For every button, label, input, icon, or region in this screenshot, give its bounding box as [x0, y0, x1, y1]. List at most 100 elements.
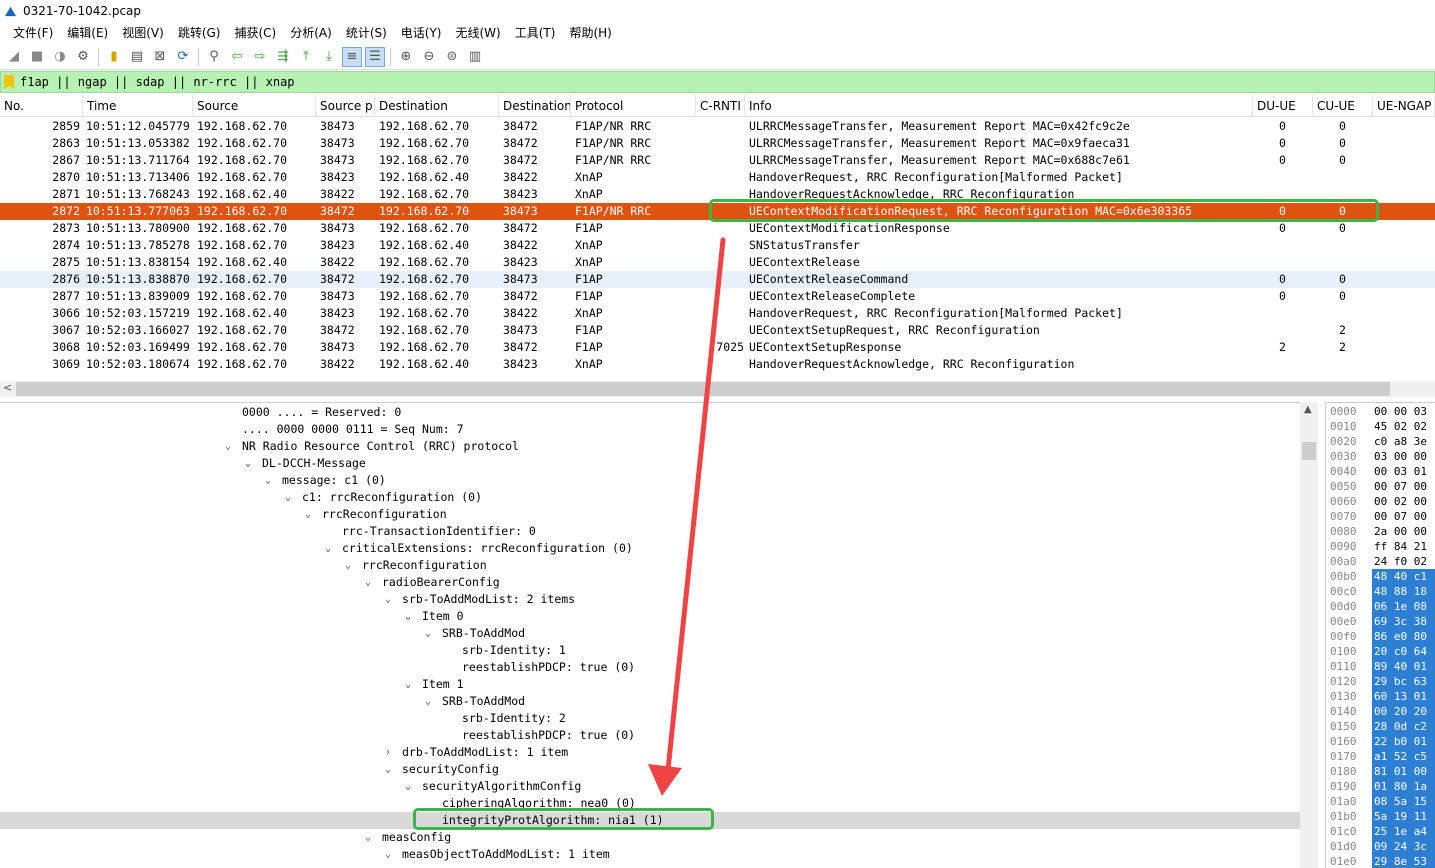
menu-item[interactable]: 编辑(E)	[60, 22, 115, 44]
tree-node[interactable]: srb-Identity: 2	[0, 710, 1300, 727]
go-forward-icon[interactable]: ⇨	[250, 47, 270, 67]
packet-row[interactable]: 2867 10:51:13.711764 192.168.62.70 38473 192…	[0, 152, 1435, 169]
hex-row[interactable]: 0040 00 03 01	[1326, 464, 1435, 479]
tree-node[interactable]: ⌄ radioBearerConfig	[0, 574, 1300, 591]
display-filter-bar[interactable]: f1ap || ngap || sdap || nr-rrc || xnap	[0, 71, 1435, 93]
hex-row[interactable]: 00b0 48 40 c1	[1326, 569, 1435, 584]
menu-item[interactable]: 跳转(G)	[171, 22, 228, 44]
colorize-icon[interactable]: ☰	[365, 46, 385, 67]
hex-row[interactable]: 00d0 06 1e 08	[1326, 599, 1435, 614]
hex-row[interactable]: 0160 22 b0 01	[1326, 734, 1435, 749]
chevron-down-icon[interactable]: ⌄	[242, 455, 254, 472]
chevron-down-icon[interactable]: ⌄	[322, 540, 334, 557]
tree-node[interactable]: ⌄ securityAlgorithmConfig	[0, 778, 1300, 795]
find-packet-icon[interactable]: ⚲	[204, 47, 224, 67]
column-header[interactable]: Source p	[316, 95, 375, 117]
hex-row[interactable]: 0020 c0 a8 3e	[1326, 434, 1435, 449]
menu-item[interactable]: 捕获(C)	[227, 22, 283, 44]
menu-item[interactable]: 文件(F)	[6, 22, 60, 44]
packet-row[interactable]: 3067 10:52:03.166027 192.168.62.70 38472 192…	[0, 322, 1435, 339]
chevron-down-icon[interactable]: ⌄	[282, 489, 294, 506]
hex-row[interactable]: 00c0 48 88 18	[1326, 584, 1435, 599]
hex-row[interactable]: 01a0 08 5a 15	[1326, 794, 1435, 809]
zoom-in-icon[interactable]: ⊕	[396, 47, 416, 67]
tree-node[interactable]: ⌄ c1: rrcReconfiguration (0)	[0, 489, 1300, 506]
tree-node[interactable]: ⌄ rrcReconfiguration	[0, 506, 1300, 523]
open-file-icon[interactable]: ▮	[104, 47, 124, 67]
packet-row[interactable]: 2871 10:51:13.768243 192.168.62.40 38422 192…	[0, 186, 1435, 203]
tree-node[interactable]: cipheringAlgorithm: nea0 (0)	[0, 795, 1300, 812]
hex-row[interactable]: 0170 a1 52 c5	[1326, 749, 1435, 764]
hex-row[interactable]: 00e0 69 3c 38	[1326, 614, 1435, 629]
packet-row[interactable]: 2872 10:51:13.777063 192.168.62.70 38472 192…	[0, 203, 1435, 220]
chevron-down-icon[interactable]: ⌄	[402, 676, 414, 693]
menu-item[interactable]: 分析(A)	[283, 22, 339, 44]
tree-node[interactable]: srb-Identity: 1	[0, 642, 1300, 659]
tree-node[interactable]: ⌄ Item 0	[0, 608, 1300, 625]
restart-capture-icon[interactable]: ◑	[50, 47, 70, 67]
chevron-down-icon[interactable]: ⌄	[362, 574, 374, 591]
column-header[interactable]: Info	[745, 95, 1253, 117]
hex-row[interactable]: 0130 60 13 01	[1326, 689, 1435, 704]
close-file-icon[interactable]: ⊠	[150, 47, 170, 67]
packet-row[interactable]: 2875 10:51:13.838154 192.168.62.40 38422 192…	[0, 254, 1435, 271]
chevron-down-icon[interactable]: ⌄	[382, 846, 394, 863]
save-file-icon[interactable]: ▤	[127, 47, 147, 67]
tree-node[interactable]: ⌄ rrcReconfiguration	[0, 557, 1300, 574]
packet-row[interactable]: 2870 10:51:13.713406 192.168.62.70 38423 192…	[0, 169, 1435, 186]
display-filter-input[interactable]: f1ap || ngap || sdap || nr-rrc || xnap	[20, 75, 295, 89]
tree-node[interactable]: ⌄ DL-DCCH-Message	[0, 455, 1300, 472]
auto-scroll-icon[interactable]: ≡	[342, 46, 362, 67]
hex-row[interactable]: 0060 00 02 00	[1326, 494, 1435, 509]
hex-row[interactable]: 0140 00 20 20	[1326, 704, 1435, 719]
stop-capture-icon[interactable]: ■	[27, 47, 47, 67]
packet-row[interactable]: 2859 10:51:12.045779 192.168.62.70 38473 192…	[0, 118, 1435, 135]
hex-row[interactable]: 0050 00 07 00	[1326, 479, 1435, 494]
scrollbar-thumb[interactable]	[1302, 442, 1316, 460]
tree-node[interactable]: ⌄ securityConfig	[0, 761, 1300, 778]
hex-row[interactable]: 0080 2a 00 00	[1326, 524, 1435, 539]
packet-row[interactable]: 2876 10:51:13.838870 192.168.62.70 38472 192…	[0, 271, 1435, 288]
hex-row[interactable]: 0100 20 c0 64	[1326, 644, 1435, 659]
chevron-down-icon[interactable]: ⌄	[362, 829, 374, 846]
chevron-down-icon[interactable]: ⌄	[422, 625, 434, 642]
hex-row[interactable]: 0190 01 80 1a	[1326, 779, 1435, 794]
tree-node[interactable]: reestablishPDCP: true (0)	[0, 659, 1300, 676]
menu-item[interactable]: 工具(T)	[508, 22, 563, 44]
packet-row[interactable]: 3069 10:52:03.180674 192.168.62.70 38422 192…	[0, 356, 1435, 373]
tree-node[interactable]: .... 0000 0000 0111 = Seq Num: 7	[0, 421, 1300, 438]
chevron-down-icon[interactable]: ⌄	[422, 693, 434, 710]
tree-node[interactable]: 0000 .... = Reserved: 0	[0, 404, 1300, 421]
column-header[interactable]: Protocol	[571, 95, 696, 117]
packet-details-vertical-scrollbar[interactable]: ▲	[1300, 402, 1318, 868]
tree-node[interactable]: reestablishPDCP: true (0)	[0, 727, 1300, 744]
chevron-down-icon[interactable]: ⌄	[262, 472, 274, 489]
menu-item[interactable]: 视图(V)	[115, 22, 171, 44]
tree-node[interactable]: integrityProtAlgorithm: nia1 (1)	[0, 812, 1300, 829]
tree-node[interactable]: ⌄ SRB-ToAddMod	[0, 625, 1300, 642]
column-header[interactable]: UE-NGAP	[1373, 95, 1435, 117]
column-header[interactable]: DU-UE	[1253, 95, 1313, 117]
packet-list-horizontal-scrollbar[interactable]: <	[0, 381, 1435, 397]
capture-options-icon[interactable]: ⚙	[73, 47, 93, 67]
packet-row[interactable]: 2877 10:51:13.839009 192.168.62.70 38473 192…	[0, 288, 1435, 305]
start-capture-icon[interactable]: ◢	[4, 47, 24, 67]
menu-item[interactable]: 电话(Y)	[394, 22, 449, 44]
chevron-down-icon[interactable]: ⌄	[222, 438, 234, 455]
hex-row[interactable]: 01c0 25 1e a4	[1326, 824, 1435, 839]
column-header[interactable]: CU-UE	[1313, 95, 1373, 117]
tree-node[interactable]: ⌄ measObjectToAddModList: 1 item	[0, 846, 1300, 863]
reload-file-icon[interactable]: ⟳	[173, 47, 193, 67]
tree-node[interactable]: ⌄ srb-ToAddModList: 2 items	[0, 591, 1300, 608]
scroll-left-icon[interactable]: <	[3, 381, 12, 394]
tree-node[interactable]: ⌄ message: c1 (0)	[0, 472, 1300, 489]
chevron-right-icon[interactable]: ›	[382, 744, 394, 761]
hex-row[interactable]: 00f0 86 e0 80	[1326, 629, 1435, 644]
packet-row[interactable]: 2863 10:51:13.053382 192.168.62.70 38473 192…	[0, 135, 1435, 152]
hex-row[interactable]: 0070 00 07 00	[1326, 509, 1435, 524]
chevron-down-icon[interactable]: ⌄	[382, 761, 394, 778]
chevron-down-icon[interactable]: ⌄	[342, 557, 354, 574]
chevron-down-icon[interactable]: ⌄	[402, 778, 414, 795]
resize-columns-icon[interactable]: ▥	[465, 47, 485, 67]
chevron-down-icon[interactable]: ⌄	[302, 506, 314, 523]
